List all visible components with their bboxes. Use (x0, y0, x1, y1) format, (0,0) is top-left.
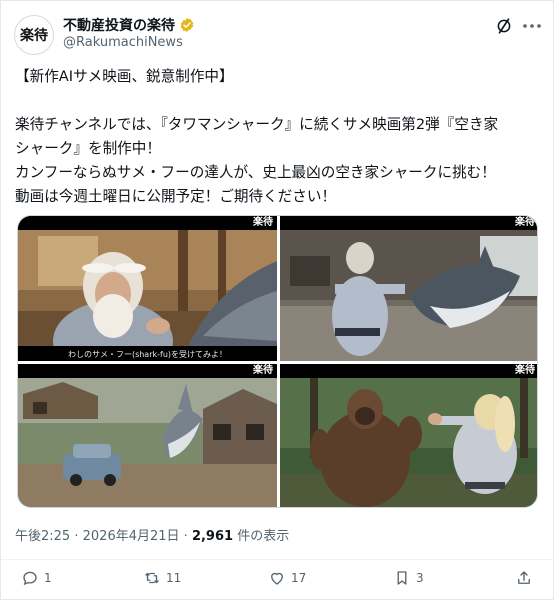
watermark-bar (18, 216, 277, 230)
watermark: 楽待 (253, 365, 273, 376)
avatar[interactable]: 楽待 (14, 15, 54, 55)
reply-button[interactable]: 1 (21, 569, 52, 587)
more-options-icon[interactable] (522, 17, 542, 35)
bookmark-button[interactable]: 3 (393, 569, 424, 587)
media-image-3[interactable]: 楽待 (18, 364, 277, 507)
share-icon (518, 571, 530, 584)
subtitle-caption: わしのサメ・フー(shark-fu)を受けてみよ！ (67, 350, 228, 359)
post-line: 楽待チャンネルでは、『タワマンシャーク』に続くサメ映画第2弾『空き家 (15, 116, 499, 133)
view-label: 件の表示 (237, 529, 290, 544)
meta-separator: · (183, 529, 188, 544)
bookmark-icon (397, 571, 407, 585)
account-handle[interactable]: @RakumachiNews (63, 35, 183, 50)
watermark: 楽待 (253, 217, 273, 228)
media-image-2[interactable]: 楽待 (280, 216, 537, 361)
share-button[interactable] (515, 569, 533, 587)
display-name[interactable]: 不動産投資の楽待 (63, 15, 195, 35)
watermark: 楽待 (515, 365, 535, 376)
view-count: 2,961 (191, 529, 234, 544)
action-bar: 1 11 17 3 (1, 559, 554, 589)
repost-icon (145, 572, 159, 584)
repost-count: 11 (166, 571, 182, 585)
post-line: カンフーならぬサメ・フーの達人が、史上最凶の空き家シャークに挑む！ (15, 164, 496, 181)
bookmark-count: 3 (416, 571, 424, 585)
watermark: 楽待 (515, 217, 535, 228)
watermark-bar (18, 364, 277, 378)
grok-icon[interactable] (495, 17, 513, 35)
post-card: 楽待 不動産投資の楽待 @RakumachiNews 【新作AIサメ映画、鋭意制… (0, 0, 554, 600)
like-button[interactable]: 17 (268, 569, 306, 587)
like-count: 17 (291, 571, 307, 585)
watermark-bar (280, 364, 537, 378)
post-meta: 午後2:25 · 2026年4月21日 · 2,961 件の表示 (15, 525, 289, 544)
avatar-text: 楽待 (20, 28, 48, 44)
post-line: 【新作AIサメ映画、鋭意制作中】 (15, 68, 234, 85)
meta-separator: · (74, 529, 79, 544)
media-image-4[interactable]: 楽待 (280, 364, 537, 507)
post-line: シャーク』を制作中！ (15, 140, 161, 157)
media-grid: 楽待 わしのサメ・フー(shark-fu)を受けてみよ！ 楽待 楽待 楽待 (17, 215, 538, 508)
kungfu-master-image (18, 216, 277, 361)
display-name-text: 不動産投資の楽待 (63, 18, 175, 34)
master-vs-shark-image (280, 216, 537, 361)
post-time[interactable]: 午後2:25 (15, 529, 70, 544)
reply-icon (23, 571, 37, 586)
post-line: 動画は今週土曜日に公開予定！ご期待ください！ (15, 188, 337, 205)
heart-icon (271, 572, 283, 585)
post-date[interactable]: 2026年4月21日 (83, 529, 180, 544)
watermark-bar (280, 216, 537, 230)
repost-button[interactable]: 11 (143, 569, 181, 587)
verified-badge-icon (180, 18, 194, 32)
gorilla-vs-master-image (280, 364, 537, 507)
reply-count: 1 (44, 571, 52, 585)
abandoned-house-shark-image (18, 364, 277, 507)
post-text: 【新作AIサメ映画、鋭意制作中】 楽待チャンネルでは、『タワマンシャーク』に続く… (15, 65, 545, 209)
media-image-1[interactable]: 楽待 わしのサメ・フー(shark-fu)を受けてみよ！ (18, 216, 277, 361)
